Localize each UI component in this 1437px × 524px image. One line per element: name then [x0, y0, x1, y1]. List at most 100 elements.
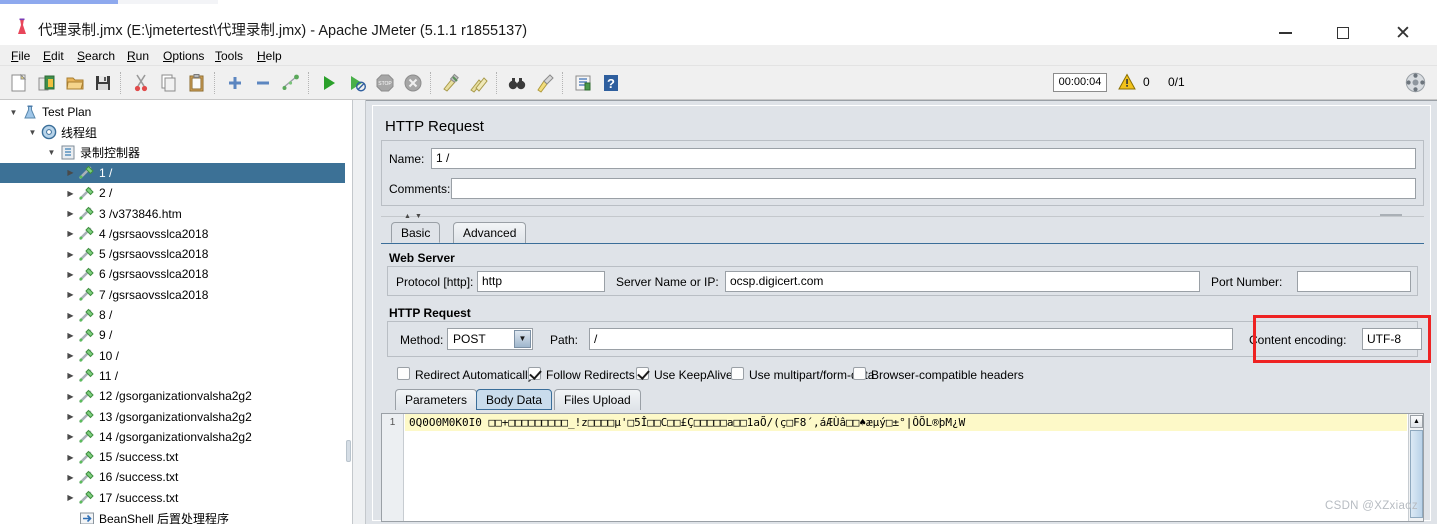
tree-toggle-expanded-icon[interactable]: ▼: [8, 107, 19, 118]
collapse-bar-handle[interactable]: [1380, 214, 1402, 216]
expand-all-button[interactable]: [222, 70, 248, 96]
tree-node[interactable]: ▶ 5 /gsrsaovsslca2018: [0, 244, 351, 264]
path-input[interactable]: /: [589, 328, 1233, 350]
tree-toggle-collapsed-icon[interactable]: ▶: [65, 310, 76, 321]
tree-node[interactable]: ▶ 9 /: [0, 325, 351, 345]
collapse-bar: ▲ ▼: [381, 210, 1424, 222]
tree-node[interactable]: ▼ 录制控制器: [0, 143, 351, 163]
tree-node[interactable]: ▶ 1 /: [0, 162, 351, 183]
tree-toggle-collapsed-icon[interactable]: ▶: [65, 431, 76, 442]
tab-files-upload[interactable]: Files Upload: [554, 389, 641, 410]
search-reset-button[interactable]: [532, 70, 558, 96]
panel-splitter[interactable]: [352, 100, 366, 524]
tree-toggle-collapsed-icon[interactable]: ▶: [65, 228, 76, 239]
copy-button[interactable]: [156, 70, 182, 96]
checkbox-browser-compatible-headers[interactable]: [853, 367, 866, 380]
scroll-up-arrow-icon[interactable]: ▲: [1410, 415, 1423, 428]
editor-line-1[interactable]: 0Q0O0M0K0I0 □□+□□□□□□□□□_!z□□□□µ'□5Î□□C□…: [405, 414, 1407, 431]
tree-node[interactable]: ▶ 15 /success.txt: [0, 447, 351, 467]
start-button[interactable]: [316, 70, 342, 96]
tree-vertical-scrollbar[interactable]: [345, 100, 352, 524]
tree-node[interactable]: ▶ 11 /: [0, 366, 351, 386]
tree-node[interactable]: ▶ 10 /: [0, 346, 351, 366]
tree-toggle-collapsed-icon[interactable]: ▶: [65, 208, 76, 219]
tab-body-data[interactable]: Body Data: [476, 389, 553, 410]
protocol-input[interactable]: http: [477, 271, 605, 292]
method-select[interactable]: POST ▼: [447, 328, 533, 350]
tree-toggle-collapsed-icon[interactable]: ▶: [65, 411, 76, 422]
tree-node[interactable]: ▶ 3 /v373846.htm: [0, 204, 351, 224]
menu-options[interactable]: Options: [158, 48, 209, 64]
menu-search[interactable]: Search: [72, 48, 120, 64]
tree-node[interactable]: ▶ 17 /success.txt: [0, 488, 351, 508]
collapse-down-icon[interactable]: ▼: [414, 212, 423, 220]
menu-tools[interactable]: Tools: [210, 48, 248, 64]
checkbox-redirect-automatically[interactable]: [397, 367, 410, 380]
menu-help[interactable]: Help: [252, 48, 287, 64]
shutdown-button[interactable]: [400, 70, 426, 96]
tree-node[interactable]: ▶BeanShell 后置处理程序: [0, 508, 351, 524]
toggle-button[interactable]: [278, 70, 304, 96]
collapse-up-icon[interactable]: ▲: [403, 212, 412, 220]
port-number-input[interactable]: [1297, 271, 1411, 292]
tree-node[interactable]: ▶ 6 /gsrsaovsslca2018: [0, 264, 351, 284]
checkbox-use-keepalive[interactable]: [636, 367, 649, 380]
tree-node[interactable]: ▶ 7 /gsrsaovsslca2018: [0, 285, 351, 305]
save-button[interactable]: [90, 70, 116, 96]
clear-all-button[interactable]: [466, 70, 492, 96]
menu-file[interactable]: File: [6, 48, 35, 64]
search-button[interactable]: [504, 70, 530, 96]
tree-node[interactable]: ▶ 8 /: [0, 305, 351, 325]
tree-toggle-collapsed-icon[interactable]: ▶: [65, 289, 76, 300]
tree-scroll-thumb[interactable]: [346, 440, 351, 462]
tree-node[interactable]: ▶ 14 /gsorganizationvalsha2g2: [0, 427, 351, 447]
name-input[interactable]: 1 /: [431, 148, 1416, 169]
stop-button[interactable]: STOP: [372, 70, 398, 96]
tree-node[interactable]: ▼ 线程组: [0, 122, 351, 142]
chevron-down-icon[interactable]: ▼: [514, 330, 531, 348]
open-button[interactable]: [62, 70, 88, 96]
tree-toggle-collapsed-icon[interactable]: ▶: [65, 391, 76, 402]
paste-button[interactable]: [184, 70, 210, 96]
tree-node[interactable]: ▶ 12 /gsorganizationvalsha2g2: [0, 386, 351, 406]
tree-node[interactable]: ▼ Test Plan: [0, 102, 351, 122]
help-button[interactable]: ?: [598, 70, 624, 96]
body-data-editor[interactable]: 1 0Q0O0M0K0I0 □□+□□□□□□□□□_!z□□□□µ'□5Î□□…: [381, 413, 1424, 522]
tree-node[interactable]: ▶ 4 /gsrsaovsslca2018: [0, 224, 351, 244]
cut-button[interactable]: [128, 70, 154, 96]
comments-input[interactable]: [451, 178, 1416, 199]
tree-toggle-collapsed-icon[interactable]: ▶: [65, 472, 76, 483]
tree-toggle-collapsed-icon[interactable]: ▶: [65, 188, 76, 199]
tree-toggle-collapsed-icon[interactable]: ▶: [65, 492, 76, 503]
checkbox-follow-redirects[interactable]: [528, 367, 541, 380]
tree-toggle-collapsed-icon[interactable]: ▶: [65, 330, 76, 341]
start-no-pauses-button[interactable]: [344, 70, 370, 96]
tree-toggle-collapsed-icon[interactable]: ▶: [65, 370, 76, 381]
tree-toggle-expanded-icon[interactable]: ▼: [27, 127, 38, 138]
tree-toggle-collapsed-icon[interactable]: ▶: [65, 269, 76, 280]
function-helper-button[interactable]: [570, 70, 596, 96]
server-name-input[interactable]: ocsp.digicert.com: [725, 271, 1200, 292]
menu-edit[interactable]: Edit: [38, 48, 69, 64]
collapse-all-button[interactable]: [250, 70, 276, 96]
templates-button[interactable]: [34, 70, 60, 96]
tree-toggle-collapsed-icon[interactable]: ▶: [65, 452, 76, 463]
tree-node[interactable]: ▶ 2 /: [0, 183, 351, 203]
clear-button[interactable]: [438, 70, 464, 96]
tree-toggle-collapsed-icon[interactable]: ▶: [65, 167, 76, 178]
tree-toggle-collapsed-icon[interactable]: ▶: [65, 249, 76, 260]
tree-node[interactable]: ▶ 16 /success.txt: [0, 467, 351, 487]
tab-advanced[interactable]: Advanced: [453, 222, 527, 243]
tree-toggle-expanded-icon[interactable]: ▼: [46, 147, 57, 158]
menu-run[interactable]: Run: [122, 48, 154, 64]
tab-parameters[interactable]: Parameters: [395, 389, 478, 410]
tree-node[interactable]: ▶ 13 /gsorganizationvalsha2g2: [0, 407, 351, 427]
new-button[interactable]: [6, 70, 32, 96]
tab-basic[interactable]: Basic: [391, 222, 441, 243]
checkbox-use-multipart[interactable]: [731, 367, 744, 380]
test-plan-tree[interactable]: ▼ Test Plan ▼ 线程组 ▼ 录制控制器 ▶ 1 / ▶ 2 / ▶ 3 /v373846.…: [0, 100, 352, 524]
search-icon: [507, 73, 527, 93]
tree-toggle-collapsed-icon[interactable]: ▶: [65, 350, 76, 361]
warning-icon[interactable]: [1118, 73, 1136, 91]
remote-engine-icon[interactable]: [1405, 72, 1426, 93]
